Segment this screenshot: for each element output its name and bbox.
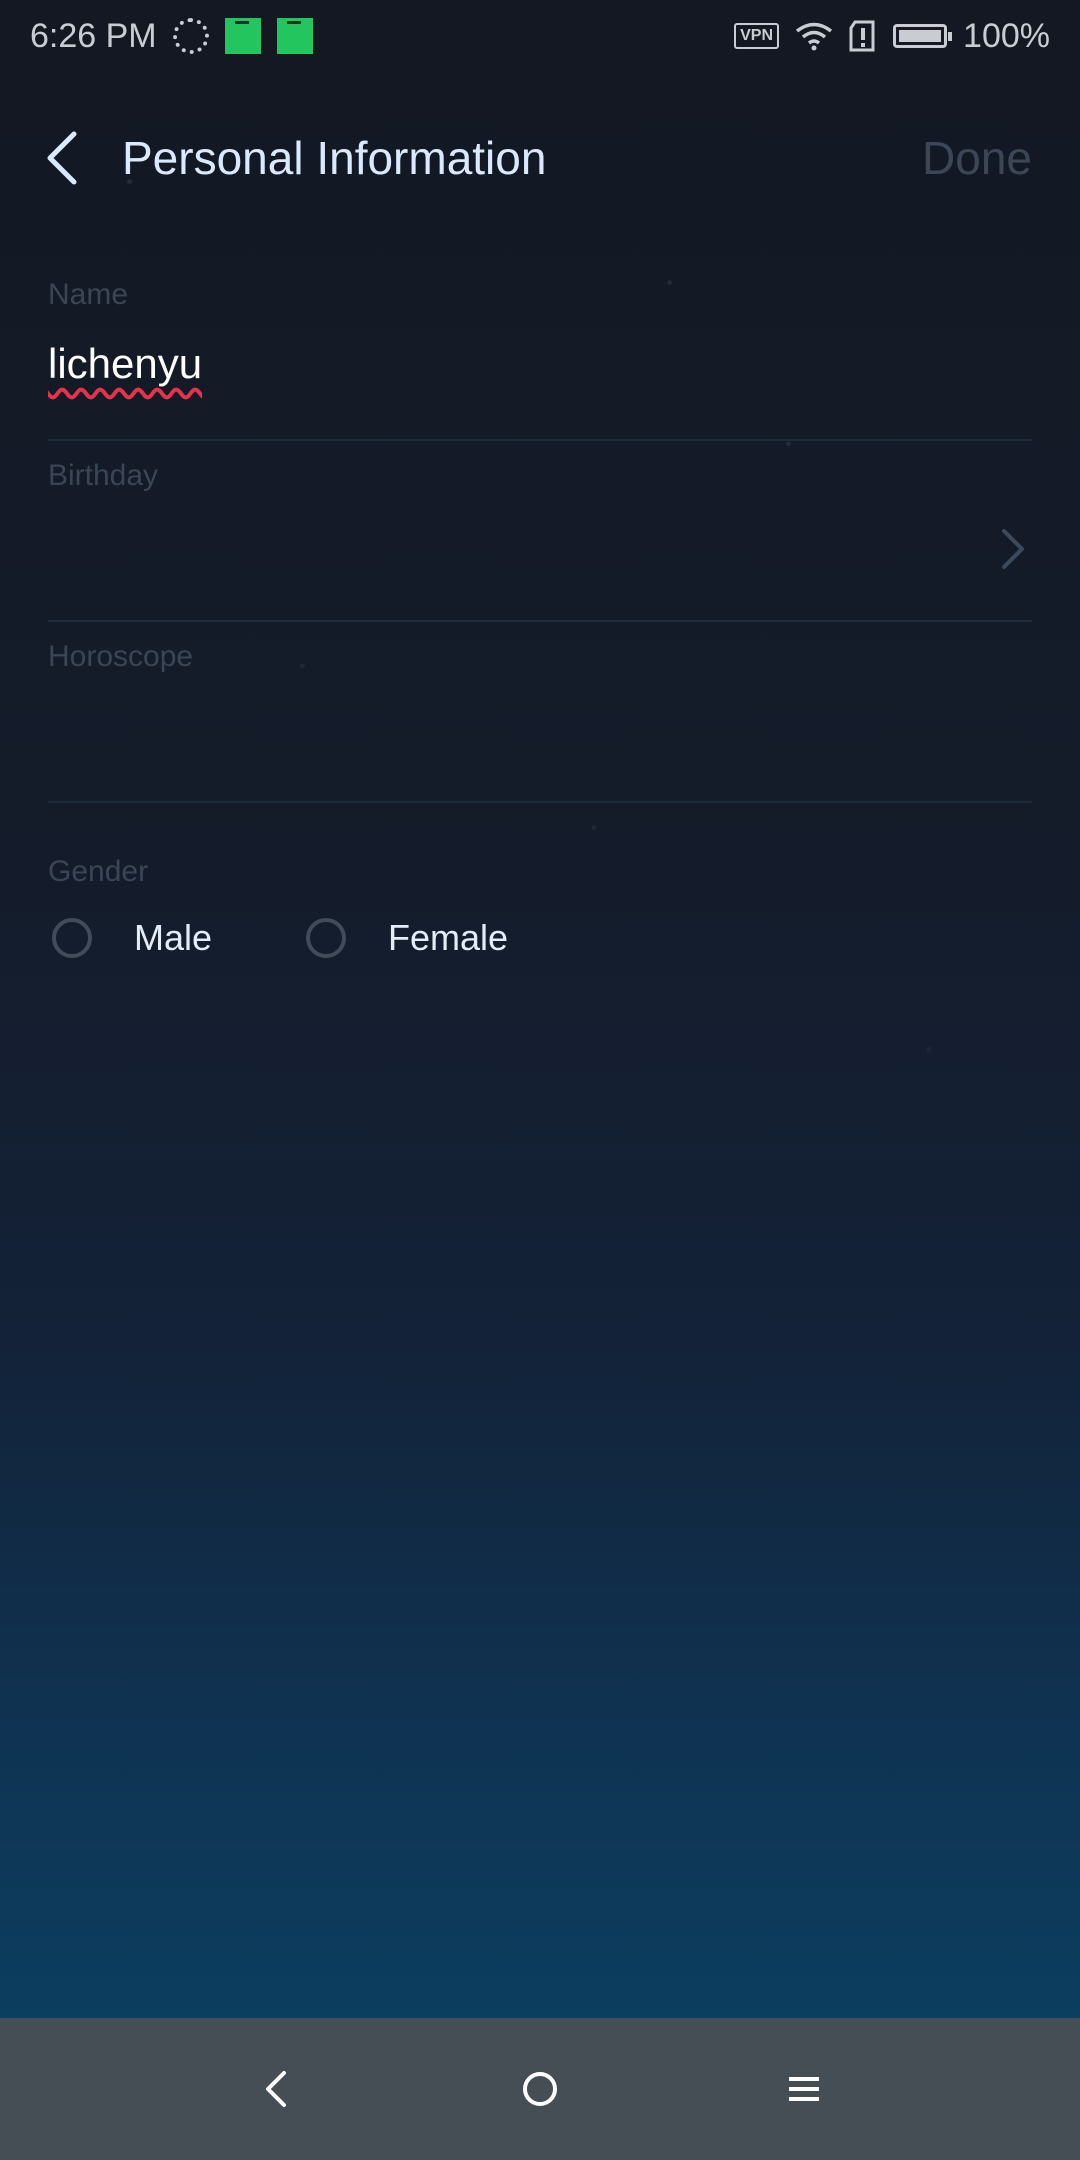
birthday-label: Birthday	[48, 459, 159, 492]
back-icon	[266, 2071, 286, 2107]
status-right: VPN 100%	[734, 17, 1050, 56]
alert-icon	[849, 20, 877, 52]
status-left: 6:26 PM	[30, 17, 313, 56]
app-icon	[224, 18, 261, 54]
wifi-icon	[795, 21, 833, 51]
name-value: lichenyu	[48, 340, 203, 387]
app-icon	[276, 18, 313, 54]
vpn-icon: VPN	[734, 23, 780, 49]
home-icon	[523, 2072, 557, 2106]
personal-info-form: Name lichenyu Birthday Horoscope Gender …	[48, 260, 1032, 959]
system-nav-bar	[0, 2018, 1080, 2160]
name-field: Name lichenyu	[48, 260, 1032, 441]
gender-option-label: Male	[134, 917, 213, 958]
sync-icon	[172, 18, 209, 54]
nav-back-button[interactable]	[244, 2057, 308, 2121]
gender-option-label: Female	[388, 917, 509, 958]
radio-unchecked-icon	[306, 918, 347, 958]
menu-icon	[789, 2077, 819, 2101]
radio-unchecked-icon	[52, 918, 92, 958]
status-bar: 6:26 PM VPN 100%	[0, 0, 1080, 72]
gender-option-female[interactable]: Female	[302, 917, 508, 959]
battery-percent: 100%	[963, 16, 1050, 55]
name-label: Name	[48, 278, 129, 311]
back-button[interactable]	[40, 128, 84, 188]
gender-options: Male Female	[48, 917, 1032, 959]
gender-option-male[interactable]: Male	[48, 917, 212, 959]
birthday-field[interactable]: Birthday	[48, 441, 1032, 622]
app-header: Personal Information Done	[0, 108, 1080, 208]
done-button[interactable]: Done	[922, 131, 1032, 185]
chevron-right-icon[interactable]	[1000, 527, 1026, 576]
status-time: 6:26 PM	[30, 16, 157, 55]
gender-label: Gender	[48, 855, 149, 888]
horoscope-label: Horoscope	[48, 640, 194, 673]
battery-icon	[893, 24, 953, 48]
back-arrow-icon	[47, 131, 77, 185]
page-title: Personal Information	[122, 132, 547, 184]
nav-home-button[interactable]	[508, 2057, 572, 2121]
horoscope-field: Horoscope	[48, 622, 1032, 803]
nav-menu-button[interactable]	[772, 2057, 836, 2121]
